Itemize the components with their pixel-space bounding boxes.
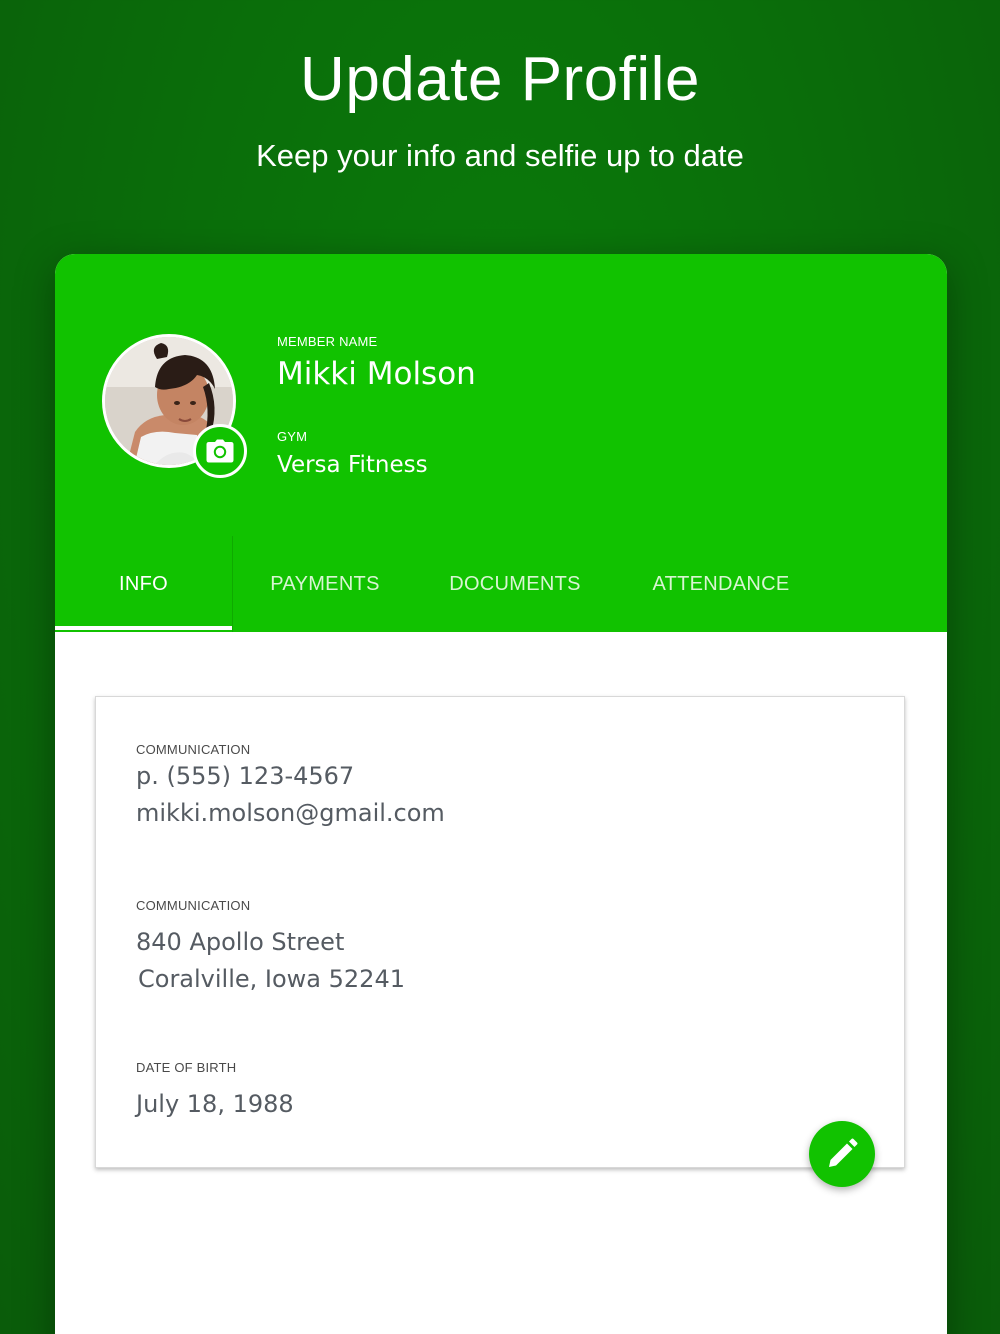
change-photo-button[interactable] — [193, 424, 247, 478]
phone-number: p. (555) 123-4567 — [136, 762, 355, 790]
tab-payments[interactable]: PAYMENTS — [248, 536, 402, 632]
edit-button[interactable] — [809, 1121, 875, 1187]
date-of-birth: July 18, 1988 — [136, 1090, 294, 1118]
address-line-1: 840 Apollo Street — [136, 928, 345, 956]
camera-icon — [206, 439, 234, 463]
member-name: Mikki Molson — [277, 356, 476, 392]
tab-info[interactable]: INFO — [55, 536, 232, 632]
tab-attendance[interactable]: ATTENDANCE — [632, 536, 810, 632]
profile-header: MEMBER NAME Mikki Molson GYM Versa Fitne… — [55, 254, 947, 632]
address-line-2: Coralville, Iowa 52241 — [138, 965, 405, 993]
info-card: COMMUNICATION p. (555) 123-4567 mikki.mo… — [95, 696, 905, 1168]
tab-documents[interactable]: DOCUMENTS — [430, 536, 600, 632]
promo-subtitle: Keep your info and selfie up to date — [256, 138, 744, 173]
app-screen: MEMBER NAME Mikki Molson GYM Versa Fitne… — [55, 254, 947, 1334]
pencil-icon — [829, 1138, 858, 1167]
gym-label: GYM — [277, 429, 308, 444]
member-name-label: MEMBER NAME — [277, 334, 378, 349]
email-address: mikki.molson@gmail.com — [136, 799, 445, 827]
promo-title: Update Profile — [300, 45, 700, 114]
address-label: COMMUNICATION — [136, 898, 251, 913]
gym-name: Versa Fitness — [277, 452, 428, 478]
profile-tabs: INFO PAYMENTS DOCUMENTS ATTENDANCE — [55, 536, 947, 632]
contact-label: COMMUNICATION — [136, 742, 251, 757]
dob-label: DATE OF BIRTH — [136, 1060, 237, 1075]
active-tab-indicator — [55, 626, 232, 630]
tab-divider — [232, 536, 233, 632]
